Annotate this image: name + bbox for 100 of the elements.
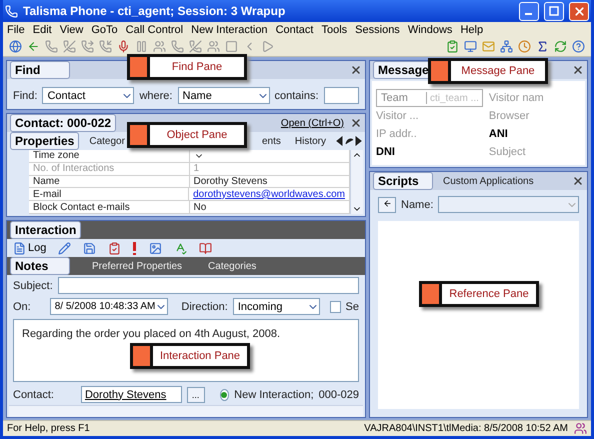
users-icon[interactable] [153, 40, 166, 53]
find-dropdown[interactable]: Contact [42, 87, 134, 104]
monitor-icon[interactable] [464, 40, 477, 53]
forward-call-icon[interactable] [81, 40, 94, 53]
team-field: Team cti_team ... [376, 89, 483, 107]
network-icon[interactable] [500, 40, 513, 53]
name-dropdown[interactable] [438, 196, 579, 213]
subject-field[interactable] [58, 277, 359, 294]
menu-item[interactable]: New Interaction [191, 24, 268, 36]
menu-item[interactable]: Tools [321, 24, 348, 36]
menu-item[interactable]: Contact [276, 24, 314, 36]
maximize-icon [549, 6, 559, 16]
tab[interactable]: ents [258, 134, 285, 148]
callout: Find Pane [127, 54, 247, 80]
scrollbar[interactable] [9, 405, 363, 417]
image-icon[interactable] [149, 242, 162, 254]
close-icon[interactable] [572, 175, 584, 187]
phone-icon[interactable] [171, 40, 184, 53]
message-field-label: IP addr.. [376, 128, 418, 140]
contains-field[interactable] [324, 87, 359, 104]
close-icon[interactable] [350, 117, 362, 129]
clock-icon[interactable] [518, 40, 531, 53]
field-label: Find: [13, 90, 38, 102]
save-icon[interactable] [83, 242, 96, 254]
message-field-label: Browser [488, 110, 530, 122]
message-field-label: Visitor nam [488, 92, 545, 104]
minimize-button[interactable] [519, 2, 539, 20]
phone-icon [5, 4, 18, 18]
radio-button[interactable] [220, 388, 230, 400]
stop-icon[interactable] [225, 40, 238, 53]
tab[interactable]: Categories [204, 260, 260, 272]
browse-button[interactable]: ... [186, 386, 205, 402]
open-link[interactable]: Open (Ctrl+O) [280, 118, 344, 128]
spell-check-icon[interactable] [174, 242, 188, 254]
phone-icon[interactable] [45, 40, 58, 53]
microphone-icon[interactable] [117, 40, 130, 53]
field-label: Name: [401, 198, 434, 210]
tab[interactable]: Categor [85, 134, 129, 148]
scrollbar[interactable] [350, 150, 363, 214]
book-icon[interactable] [199, 242, 212, 254]
maximize-button[interactable] [544, 2, 564, 20]
log-button[interactable]: Log [13, 242, 46, 254]
tab[interactable]: Properties [10, 132, 80, 150]
tab[interactable]: Preferred Properties [88, 260, 186, 272]
menu-item[interactable]: File [7, 24, 25, 36]
document-icon [13, 242, 26, 254]
property-name: Time zone [29, 150, 190, 162]
message-field-label: DNI [376, 146, 396, 158]
radio-label: New Interaction; [234, 388, 314, 400]
refresh-icon[interactable] [554, 40, 567, 53]
close-button[interactable] [569, 2, 589, 20]
tab[interactable]: Notes [10, 257, 70, 275]
hang-up-icon[interactable] [189, 40, 202, 53]
users-icon[interactable] [207, 40, 220, 53]
globe-icon[interactable] [9, 40, 22, 53]
menu-item[interactable]: Edit [32, 24, 52, 36]
menu-item[interactable]: View [60, 24, 84, 36]
close-icon[interactable] [572, 64, 584, 76]
direction-dropdown[interactable]: Incoming [232, 298, 320, 315]
back-button[interactable] [378, 196, 396, 212]
checklist-icon[interactable] [108, 242, 122, 254]
menu-item[interactable]: Windows [408, 24, 452, 36]
pause-icon[interactable] [135, 40, 148, 53]
sigma-icon[interactable] [536, 40, 549, 53]
tab[interactable]: Scripts [373, 172, 433, 190]
incoming-call-icon[interactable] [99, 40, 112, 53]
tab[interactable]: History [290, 134, 330, 148]
play-icon[interactable] [261, 40, 274, 53]
contact-field[interactable]: Dorothy Stevens [80, 386, 182, 403]
message-field-label: Visitor ... [376, 110, 420, 122]
menu-item[interactable]: Call Control [126, 24, 184, 36]
field-label: Subject: [13, 280, 53, 292]
exclamation-icon[interactable] [133, 242, 138, 254]
checkbox[interactable] [330, 300, 341, 312]
help-icon[interactable] [572, 40, 585, 53]
message-field-label: ANI [488, 128, 509, 140]
field-label: On: [13, 300, 31, 312]
close-icon[interactable] [350, 64, 362, 76]
hang-up-icon[interactable] [63, 40, 76, 53]
pane-title: Find [10, 61, 70, 79]
field-label: contains: [274, 90, 319, 102]
menu-item[interactable]: Sessions [355, 24, 400, 36]
back-arrow-icon [382, 199, 392, 208]
clipboard-icon[interactable] [446, 40, 459, 53]
menu-item[interactable]: Help [460, 24, 484, 36]
status-text: For Help, press F1 [7, 423, 90, 434]
status-text: VAJRA804\INST1\tlMedia: 8/5/2008 10:52 AM [364, 423, 568, 434]
date-picker[interactable]: 8/ 5/2008 10:48:33 AM [50, 298, 168, 315]
callout: Message Pane [428, 58, 548, 84]
tab-scroll-arrows-icon[interactable] [336, 136, 362, 146]
tab[interactable]: Custom Applications [439, 174, 538, 188]
property-name: Block Contact e-mails [29, 201, 190, 213]
menu-item[interactable]: GoTo [91, 24, 118, 36]
back-icon[interactable] [27, 40, 40, 53]
users-icon [574, 422, 587, 435]
where-dropdown[interactable]: Name [178, 87, 270, 104]
callout: Reference Pane [419, 281, 539, 307]
window-title: Talisma Phone - cti_agent; Session: 3 Wrapup [23, 4, 286, 18]
edit-icon[interactable] [58, 242, 72, 254]
message-field-label: Subject [488, 146, 527, 158]
